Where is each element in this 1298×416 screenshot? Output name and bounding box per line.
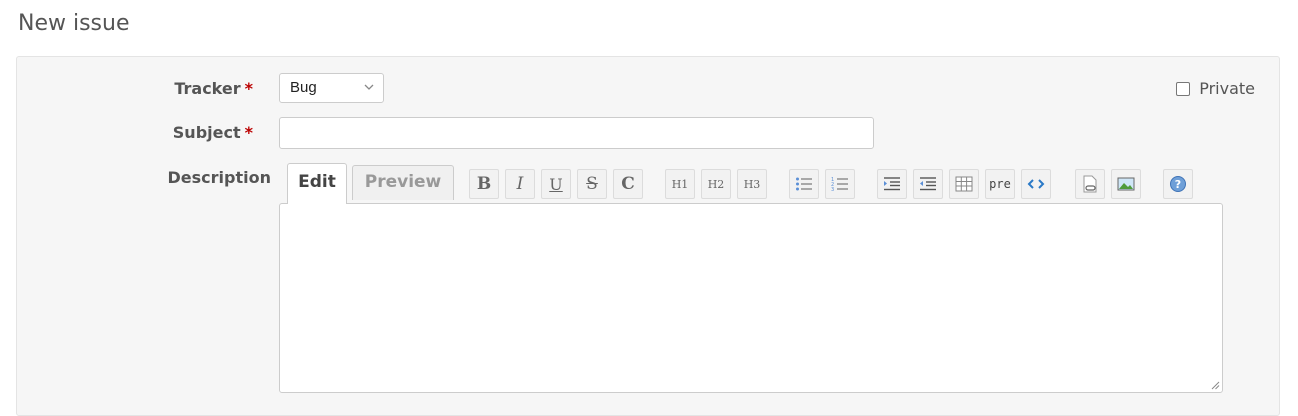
- italic-button[interactable]: I: [505, 169, 535, 199]
- bold-button[interactable]: B: [469, 169, 499, 199]
- svg-text:3: 3: [831, 187, 834, 192]
- heading1-button[interactable]: H1: [665, 169, 695, 199]
- wiki-link-button[interactable]: [1075, 169, 1105, 199]
- subject-input[interactable]: [279, 117, 874, 149]
- heading3-button[interactable]: H3: [737, 169, 767, 199]
- resize-grip-icon[interactable]: [1210, 380, 1220, 390]
- bullet-list-icon: [796, 177, 812, 191]
- numbered-list-icon: 1 2 3: [831, 177, 848, 192]
- private-checkbox[interactable]: [1176, 81, 1191, 96]
- unordered-list-button[interactable]: [789, 169, 819, 199]
- tab-preview[interactable]: Preview: [352, 165, 454, 200]
- outdent-button[interactable]: [913, 169, 943, 199]
- table-icon: [955, 176, 973, 192]
- table-button[interactable]: [949, 169, 979, 199]
- tab-edit[interactable]: Edit: [287, 163, 347, 204]
- help-button[interactable]: ?: [1163, 169, 1193, 199]
- private-option[interactable]: Private: [1176, 79, 1255, 98]
- code-highlight-button[interactable]: [1021, 169, 1051, 199]
- tracker-value: Bug: [290, 79, 317, 96]
- image-button[interactable]: [1111, 169, 1141, 199]
- underline-button[interactable]: U: [541, 169, 571, 199]
- inline-code-button[interactable]: C: [613, 169, 643, 199]
- indent-button[interactable]: [877, 169, 907, 199]
- chevron-down-icon: [364, 84, 374, 90]
- description-label: Description: [167, 168, 271, 187]
- preformatted-button[interactable]: pre: [985, 169, 1015, 199]
- heading2-button[interactable]: H2: [701, 169, 731, 199]
- help-icon: ?: [1170, 176, 1186, 192]
- required-mark: *: [244, 79, 253, 98]
- private-label: Private: [1199, 79, 1255, 98]
- subject-label-text: Subject: [172, 123, 241, 142]
- indent-icon: [884, 177, 900, 191]
- svg-text:?: ?: [1175, 178, 1181, 191]
- description-textarea[interactable]: [279, 203, 1223, 393]
- tracker-label-text: Tracker: [174, 79, 241, 98]
- tracker-label: Tracker *: [174, 79, 253, 98]
- ordered-list-button[interactable]: 1 2 3: [825, 169, 855, 199]
- tracker-select[interactable]: Bug: [279, 73, 384, 103]
- link-page-icon: [1083, 175, 1097, 193]
- outdent-icon: [920, 177, 936, 191]
- strikethrough-button[interactable]: S: [577, 169, 607, 199]
- image-icon: [1117, 177, 1135, 191]
- subject-label: Subject *: [173, 123, 253, 142]
- page-title: New issue: [18, 11, 130, 36]
- code-icon: [1027, 179, 1045, 189]
- required-mark: *: [244, 123, 253, 142]
- issue-form: Tracker * Bug Private Subject * Descriptio…: [16, 56, 1280, 416]
